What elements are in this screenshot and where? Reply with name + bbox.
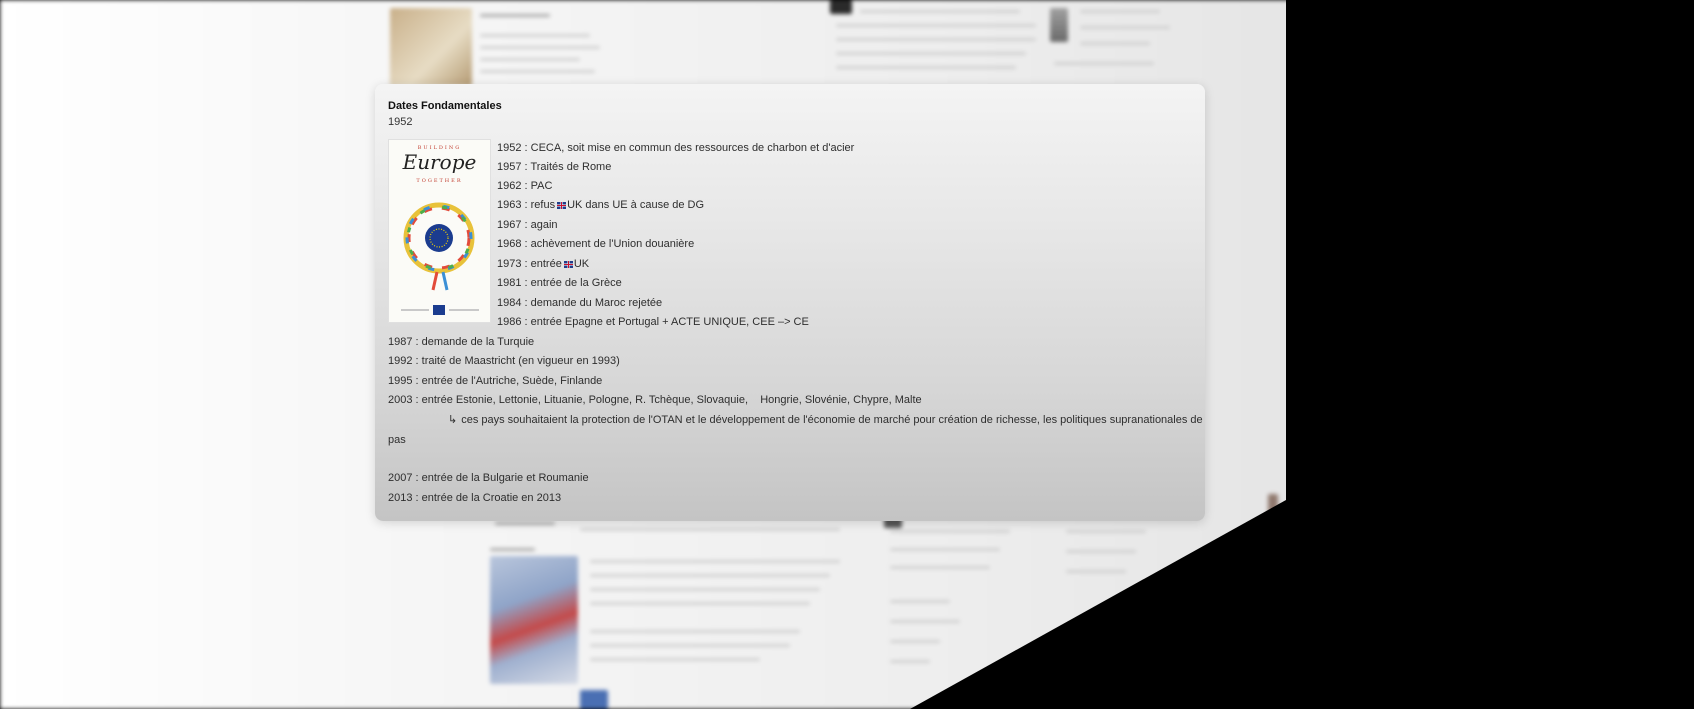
entry-text: 1995 : entrée de l'Autriche, Suède, Finl… bbox=[388, 375, 603, 387]
background-text bbox=[590, 644, 790, 647]
background-text bbox=[1066, 530, 1146, 533]
dates-popup: Dates Fondamentales 1952 BUILDING Europe… bbox=[375, 84, 1205, 521]
background-map-thumbnail bbox=[490, 556, 578, 684]
background-text bbox=[836, 66, 1016, 69]
background-text bbox=[580, 528, 840, 531]
background-text bbox=[590, 574, 830, 577]
return-arrow-icon: ↳ bbox=[448, 414, 458, 426]
background-text bbox=[890, 548, 1000, 551]
entry-text: 2013 : entrée de la Croatie en 2013 bbox=[388, 492, 562, 504]
background-text bbox=[890, 530, 1010, 533]
background-text bbox=[490, 548, 535, 551]
background-thumbnail bbox=[830, 0, 852, 14]
background-text bbox=[1080, 26, 1170, 29]
entry-text: UK dans UE à cause de DG bbox=[567, 199, 705, 211]
poster-ring-illustration bbox=[403, 202, 475, 291]
background-text bbox=[1080, 42, 1150, 45]
entry-line: 2003 : entrée Estonie, Lettonie, Lituani… bbox=[388, 393, 922, 407]
entry-text: UK bbox=[573, 258, 590, 270]
building-europe-poster-image: BUILDING Europe TOGETHER bbox=[388, 139, 491, 323]
background-text bbox=[890, 640, 940, 643]
poster-bottom-text: TOGETHER bbox=[416, 178, 463, 184]
uk-flag-icon bbox=[563, 260, 573, 268]
entry-text: pas bbox=[388, 434, 406, 446]
entry-text: 1986 : entrée Epagne et Portugal + ACTE … bbox=[497, 316, 809, 328]
background-text bbox=[480, 70, 595, 73]
background-text bbox=[590, 630, 800, 633]
background-text bbox=[480, 14, 550, 17]
entry-line: 1984 : demande du Maroc rejetée bbox=[497, 296, 662, 310]
entry-text: 1957 : Traités de Rome bbox=[497, 161, 612, 173]
entry-line: 1968 : achèvement de l'Union douanière bbox=[497, 237, 694, 251]
popup-title: Dates Fondamentales bbox=[388, 100, 502, 112]
entry-text: 1962 : PAC bbox=[497, 180, 553, 192]
background-avatar bbox=[1050, 8, 1068, 42]
entry-text: 2003 : entrée Estonie, Lettonie, Lituani… bbox=[388, 394, 922, 406]
background-text bbox=[890, 660, 930, 663]
entry-text: 1968 : achèvement de l'Union douanière bbox=[497, 238, 695, 250]
background-text bbox=[1066, 550, 1136, 553]
background-text bbox=[890, 620, 960, 623]
entry-line: 1992 : traité de Maastricht (en vigueur … bbox=[388, 354, 620, 368]
popup-subtitle: 1952 bbox=[388, 116, 413, 128]
entry-line: 1963 : refus UK dans UE à cause de DG bbox=[497, 198, 704, 212]
entry-text: 1952 : CECA, soit mise en commun des res… bbox=[497, 142, 855, 154]
entry-line: 1986 : entrée Epagne et Portugal + ACTE … bbox=[497, 315, 809, 329]
entry-line: 2007 : entrée de la Bulgarie et Roumanie bbox=[388, 471, 589, 485]
background-text bbox=[836, 52, 1026, 55]
background-text bbox=[1054, 62, 1154, 65]
background-text bbox=[590, 658, 760, 661]
entry-line: 1962 : PAC bbox=[497, 179, 552, 193]
entry-text: 1963 : refus bbox=[497, 199, 556, 211]
uk-flag-icon bbox=[557, 201, 567, 209]
background-text bbox=[1080, 10, 1160, 13]
entry-line: pas bbox=[388, 433, 406, 447]
entry-text: 1984 : demande du Maroc rejetée bbox=[497, 297, 663, 309]
background-thumbnail bbox=[580, 690, 608, 709]
background-text bbox=[890, 600, 950, 603]
background-text bbox=[590, 560, 840, 563]
entry-line: 1981 : entrée de la Grèce bbox=[497, 276, 622, 290]
background-text bbox=[590, 602, 810, 605]
poster-footer-logos bbox=[401, 305, 479, 315]
background-text bbox=[1066, 570, 1126, 573]
background-text bbox=[480, 58, 580, 61]
background-text bbox=[495, 522, 555, 525]
background-text bbox=[480, 34, 590, 37]
entry-line: 1987 : demande de la Turquie bbox=[388, 335, 534, 349]
entry-line: ↳ ces pays souhaitaient la protection de… bbox=[448, 413, 1205, 427]
background-text bbox=[480, 46, 600, 49]
entry-line: 1995 : entrée de l'Autriche, Suède, Finl… bbox=[388, 374, 602, 388]
entry-line: 2013 : entrée de la Croatie en 2013 bbox=[388, 491, 561, 505]
poster-main-text: Europe bbox=[402, 150, 477, 174]
background-text bbox=[860, 10, 1020, 13]
entry-text: 1987 : demande de la Turquie bbox=[388, 336, 535, 348]
entry-line: 1952 : CECA, soit mise en commun des res… bbox=[497, 141, 854, 155]
entry-line: 1957 : Traités de Rome bbox=[497, 160, 611, 174]
background-text bbox=[836, 24, 1036, 27]
entry-text: 1973 : entrée bbox=[497, 258, 562, 270]
entry-text: 1992 : traité de Maastricht (en vigueur … bbox=[388, 355, 620, 367]
entry-line: 1973 : entrée UK bbox=[497, 257, 589, 271]
entry-line: 1967 : again bbox=[497, 218, 558, 232]
entry-text: 1981 : entrée de la Grèce bbox=[497, 277, 622, 289]
background-text bbox=[890, 566, 990, 569]
background-thumbnail bbox=[390, 8, 472, 86]
background-logo bbox=[1268, 494, 1278, 520]
background-text bbox=[590, 588, 820, 591]
entry-text: 2007 : entrée de la Bulgarie et Roumanie bbox=[388, 472, 589, 484]
background-text bbox=[836, 38, 1036, 41]
entry-text: ces pays souhaitaient la protection de l… bbox=[461, 414, 1205, 426]
entry-text: 1967 : again bbox=[497, 219, 558, 231]
